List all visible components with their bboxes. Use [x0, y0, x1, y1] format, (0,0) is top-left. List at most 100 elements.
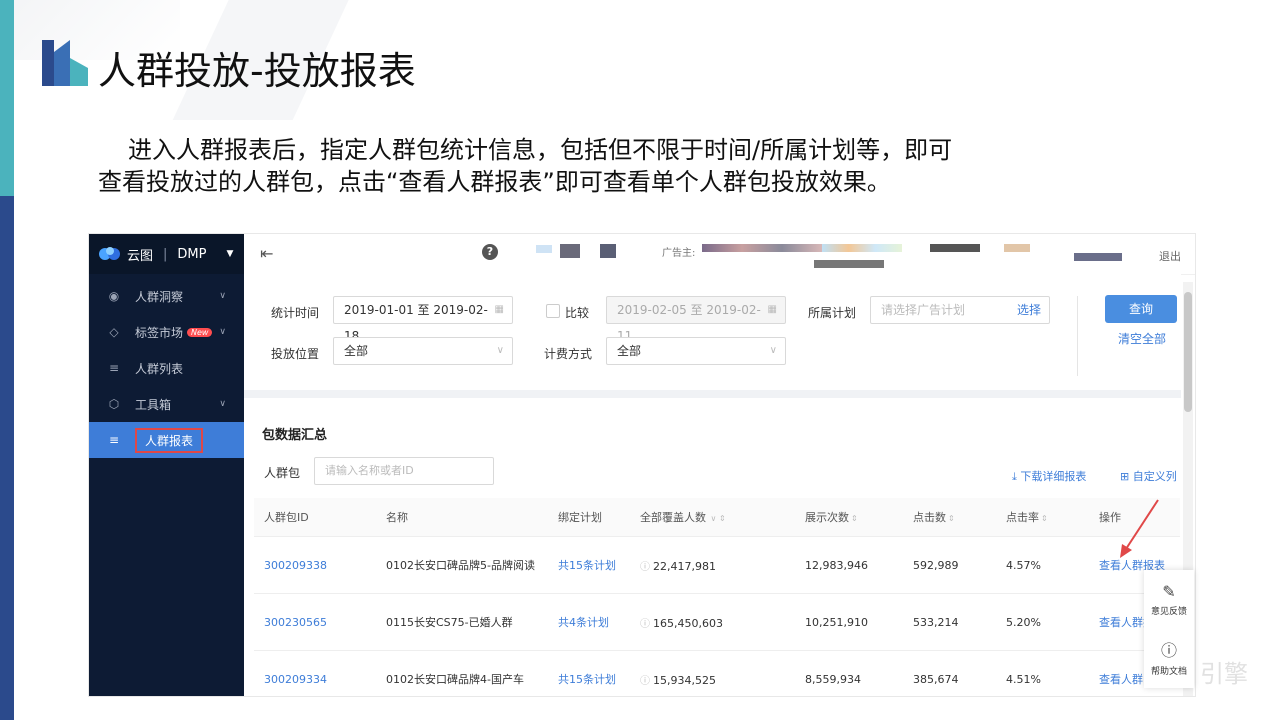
toolbox-icon: ⬡ — [108, 397, 120, 411]
redacted-block — [930, 244, 980, 252]
logout-link[interactable]: 退出 — [1159, 248, 1181, 264]
summary-section: 包数据汇总 人群包 请输入名称或者ID ⤓ 下载详细报表 ⊞ 自定义列 人群包I… — [244, 398, 1181, 696]
brand-separator: | — [163, 246, 168, 262]
sidebar: 云图 | DMP ▼ ◉ 人群洞察 ∨ ◇ 标签市场 New ∨ ≡ 人群列表 … — [89, 234, 244, 696]
tag-icon: ◇ — [109, 325, 119, 339]
description-line: 查看投放过的人群包，点击“查看人群报表”即可查看单个人群包投放效果。 — [98, 168, 891, 196]
table-row: 300209338 0102长安口碑品牌5-品牌阅读 共15条计划 ⓘ 22,41… — [254, 536, 1180, 594]
sort-icon: ⇕ — [1041, 514, 1048, 523]
plan-placeholder: 请选择广告计划 — [881, 303, 966, 317]
new-badge: New — [187, 327, 213, 337]
sidebar-item-toolbox[interactable]: ⬡ 工具箱 ∨ — [89, 386, 244, 422]
impressions-value: 10,251,910 — [795, 593, 903, 651]
compare-checkbox[interactable] — [546, 304, 560, 318]
calendar-icon: ▦ — [767, 304, 777, 315]
brand-bar[interactable]: 云图 | DMP ▼ — [89, 234, 244, 274]
clear-all-link[interactable]: 清空全部 — [1118, 330, 1166, 347]
feedback-label: 意见反馈 — [1150, 606, 1187, 617]
compare-label: 比较 — [565, 306, 590, 320]
sidebar-item-people-report[interactable]: ≡ 人群报表 — [89, 422, 244, 458]
feedback-button[interactable]: ✎ 意见反馈 — [1144, 570, 1194, 628]
chevron-down-icon: ∨ — [496, 345, 504, 356]
compare-date-picker[interactable]: 2019-02-05 至 2019-02-11 ▦ — [606, 296, 786, 343]
question-icon: ⓘ — [1160, 641, 1177, 660]
billing-select[interactable]: 全部 ∨ — [606, 337, 786, 365]
brand-logo-icon — [99, 247, 120, 260]
date-label: 统计时间 — [271, 306, 320, 320]
bound-plan-link[interactable]: 共15条计划 — [548, 650, 630, 696]
bound-plan-link[interactable]: 共4条计划 — [548, 593, 630, 651]
position-select[interactable]: 全部 ∨ — [333, 337, 513, 365]
redacted-block — [814, 260, 884, 268]
info-icon: ⓘ — [640, 675, 650, 687]
coverage-cell: ⓘ 165,450,603 — [630, 593, 795, 651]
package-name: 0102长安口碑品牌5-品牌阅读 — [376, 536, 548, 594]
download-report-link[interactable]: ⤓ 下载详细报表 — [1012, 468, 1086, 484]
sidebar-item-people-list[interactable]: ≡ 人群列表 — [89, 350, 244, 386]
package-search-placeholder: 请输入名称或者ID — [325, 464, 414, 477]
slide-logo-icon — [42, 40, 88, 86]
sidebar-item-label: 工具箱 — [135, 397, 172, 412]
summary-table: 人群包ID 名称 绑定计划 全部覆盖人数 ∨ ⇕ 展示次数 ⇕ 点击数 ⇕ 点击率 ⇕… — [254, 498, 1180, 696]
plan-select-link[interactable]: 选择 — [1017, 297, 1041, 323]
column-header: 人群包ID — [254, 498, 376, 537]
query-button[interactable]: 查询 — [1105, 295, 1177, 323]
info-icon: ⓘ — [640, 561, 650, 573]
column-header-sortable[interactable]: 展示次数 ⇕ — [795, 498, 903, 537]
coverage-value: 15,934,525 — [653, 673, 716, 687]
sidebar-item-tag-market[interactable]: ◇ 标签市场 New ∨ — [89, 314, 244, 350]
grid-icon: ⊞ — [1120, 470, 1133, 483]
eye-icon: ◉ — [108, 289, 120, 303]
package-id-link[interactable]: 300209338 — [254, 536, 376, 594]
redacted-block — [822, 244, 902, 252]
column-header: 绑定计划 — [548, 498, 630, 537]
billing-label: 计费方式 — [544, 347, 593, 361]
coverage-value: 165,450,603 — [653, 616, 723, 630]
caret-down-icon: ▼ — [226, 249, 234, 259]
table-header-row: 人群包ID 名称 绑定计划 全部覆盖人数 ∨ ⇕ 展示次数 ⇕ 点击数 ⇕ 点击率 ⇕… — [254, 498, 1180, 537]
date-range-picker[interactable]: 2019-01-01 至 2019-02-18 ▦ — [333, 296, 513, 343]
package-label: 人群包 — [264, 466, 301, 480]
column-header-sortable[interactable]: 点击率 ⇕ — [996, 498, 1089, 537]
redacted-block — [1004, 244, 1030, 252]
sidebar-item-label: 人群列表 — [135, 361, 184, 376]
info-icon: ⓘ — [640, 618, 650, 630]
clicks-value: 385,674 — [903, 650, 996, 696]
package-id-link[interactable]: 300209334 — [254, 650, 376, 696]
package-id-link[interactable]: 300230565 — [254, 593, 376, 651]
edit-icon: ✎ — [1162, 581, 1176, 601]
impressions-value: 12,983,946 — [795, 536, 903, 594]
chevron-down-icon: ∨ — [219, 399, 226, 409]
brand-product: DMP — [177, 246, 207, 262]
watermark: 引擎 — [1200, 660, 1248, 688]
filter-panel: 统计时间 2019-01-01 至 2019-02-18 ▦ 比较 2019-0… — [244, 274, 1181, 398]
package-search-input[interactable]: 请输入名称或者ID — [314, 457, 494, 485]
custom-columns-link[interactable]: ⊞ 自定义列 — [1120, 468, 1177, 484]
top-bar: ⇤ ? 广告主: 退出 — [244, 234, 1195, 275]
slide-description: 进入人群报表后，指定人群包统计信息，包括但不限于时间/所属计划等，即可 查看投放… — [98, 134, 1058, 198]
sidebar-item-label: 人群洞察 — [135, 289, 184, 304]
help-icon[interactable]: ? — [482, 244, 498, 260]
sidebar-item-insight[interactable]: ◉ 人群洞察 ∨ — [89, 278, 244, 314]
download-label: 下载详细报表 — [1020, 470, 1087, 483]
table-row: 300230565 0115长安CS75-已婚人群 共4条计划 ⓘ 165,450… — [254, 593, 1180, 651]
chevron-down-icon: ∨ — [769, 345, 777, 356]
help-doc-button[interactable]: ⓘ 帮助文档 — [1144, 628, 1194, 686]
redacted-block — [600, 244, 616, 258]
divider — [1077, 296, 1078, 376]
column-header-sortable[interactable]: 点击数 ⇕ — [903, 498, 996, 537]
floating-help-panel: ✎ 意见反馈 ⓘ 帮助文档 — [1144, 570, 1194, 688]
menu-fold-icon[interactable]: ⇤ — [260, 244, 273, 263]
scrollbar-thumb[interactable] — [1184, 292, 1192, 412]
description-line: 进入人群报表后，指定人群包统计信息，包括但不限于时间/所属计划等，即可 — [128, 136, 953, 164]
slide-title: 人群投放-投放报表 — [98, 49, 416, 93]
redacted-block — [1074, 253, 1122, 261]
annotation-arrow-icon — [1120, 499, 1159, 558]
bound-plan-link[interactable]: 共15条计划 — [548, 536, 630, 594]
column-header-sortable[interactable]: 全部覆盖人数 ∨ ⇕ — [630, 498, 795, 537]
people-report-icon: ≡ — [108, 433, 120, 447]
plan-selector[interactable]: 请选择广告计划 选择 — [870, 296, 1050, 324]
clicks-value: 533,214 — [903, 593, 996, 651]
table-row: 300209334 0102长安口碑品牌4-国产车 共15条计划 ⓘ 15,934… — [254, 650, 1180, 696]
position-value: 全部 — [344, 344, 369, 358]
